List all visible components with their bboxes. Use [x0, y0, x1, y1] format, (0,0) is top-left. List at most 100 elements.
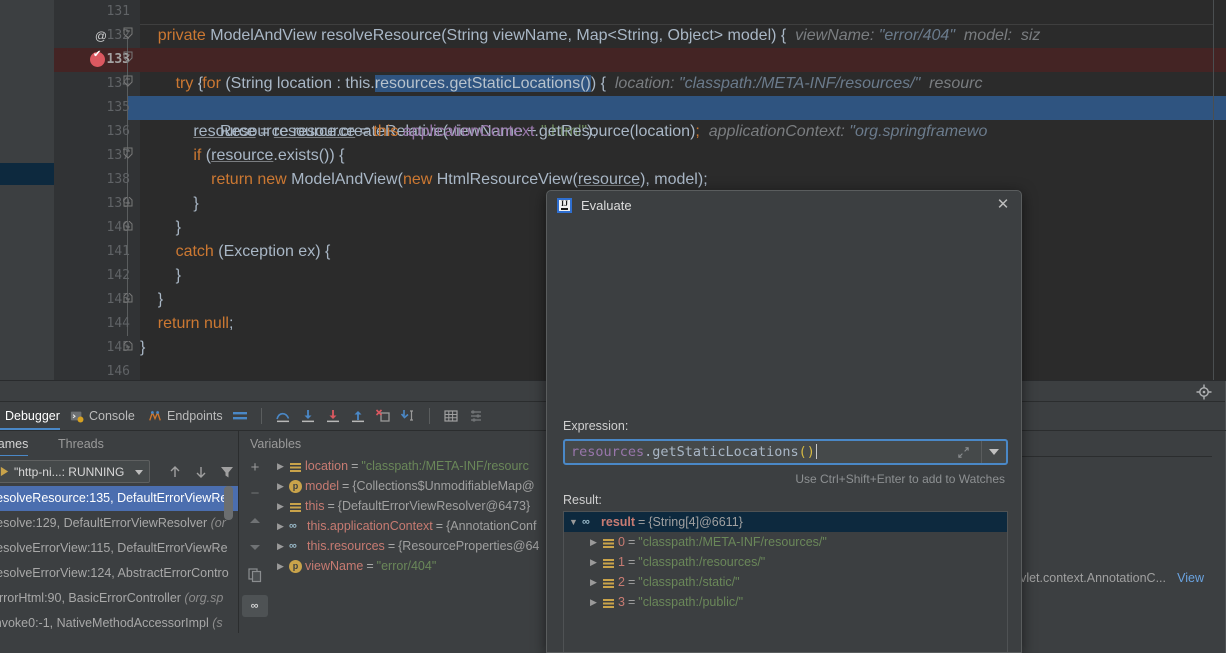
result-item-row[interactable]: ▶ 2 = "classpath:/static/": [564, 572, 1007, 592]
override-marker-icon[interactable]: @: [92, 24, 110, 48]
frame-row[interactable]: errorHtml:90, BasicErrorController (org.…: [0, 586, 238, 611]
fold-marker-133[interactable]: [122, 48, 134, 72]
expr-parens: (): [798, 444, 815, 460]
subtab-variables[interactable]: Variables: [250, 431, 301, 457]
view-link[interactable]: View: [1177, 571, 1204, 585]
evaluate-expression-icon[interactable]: [443, 408, 459, 424]
watches-icon[interactable]: ∞: [246, 598, 262, 614]
thread-bar: "http-ni...: RUNNING: [0, 456, 238, 486]
step-into-icon[interactable]: [300, 408, 316, 424]
variables-list[interactable]: ▶ location = "classpath:/META-INF/resourc…: [271, 456, 547, 633]
l133-selected-expression[interactable]: resources.getStaticLocations(): [374, 75, 591, 92]
frame-package: (org.sp: [184, 591, 224, 605]
frame-row[interactable]: resolveResource:135, DefaultErrorViewRes: [0, 486, 238, 511]
expand-triangle-icon[interactable]: ▶: [275, 476, 286, 496]
fold-marker-145[interactable]: [122, 336, 134, 360]
up-arrow-icon[interactable]: [167, 464, 183, 480]
code-line-132[interactable]: private ModelAndView resolveResource(Str…: [140, 24, 1226, 48]
variable-row[interactable]: ▶ location = "classpath:/META-INF/resourc: [271, 456, 547, 476]
variables-toolbar[interactable]: + − ∞: [239, 456, 271, 633]
history-dropdown-icon[interactable]: [982, 441, 1006, 463]
copy-icon[interactable]: [247, 567, 263, 583]
frame-row[interactable]: invoke0:-1, NativeMethodAccessorImpl (s: [0, 611, 238, 633]
dialog-titlebar[interactable]: IJ Evaluate ✕: [547, 191, 1021, 219]
expand-triangle-icon[interactable]: ▶: [588, 532, 599, 552]
expand-triangle-icon[interactable]: ▶: [275, 496, 286, 516]
down-arrow-icon[interactable]: [193, 464, 209, 480]
frames-pane[interactable]: "http-ni...: RUNNING resolveResource:135…: [0, 456, 238, 633]
expand-triangle-icon[interactable]: ▶: [275, 536, 286, 556]
up-icon[interactable]: [247, 513, 263, 529]
tab-debugger[interactable]: Debugger: [0, 402, 60, 430]
code-line-133[interactable]: for (String location : this.resources.ge…: [140, 48, 1226, 92]
chevron-down-icon[interactable]: [135, 470, 143, 475]
tab-endpoints[interactable]: Endpoints: [148, 402, 223, 430]
expand-triangle-icon[interactable]: ▶: [588, 572, 599, 592]
subtab-frames[interactable]: Frames: [0, 431, 29, 457]
show-execution-point-icon[interactable]: [232, 408, 248, 424]
add-icon[interactable]: +: [247, 460, 263, 476]
code-line-138[interactable]: return new ModelAndView(new HtmlResource…: [140, 168, 1226, 192]
close-icon[interactable]: ✕: [995, 197, 1011, 213]
subtab-threads[interactable]: Threads: [58, 431, 104, 457]
variable-row[interactable]: ▶ p model = {Collections$UnmodifiableMap@: [271, 476, 547, 496]
watch-icon: ∞: [289, 540, 297, 552]
drop-frame-icon[interactable]: [375, 408, 391, 424]
frame-package: (s: [212, 616, 223, 630]
fold-marker-137[interactable]: [122, 144, 134, 168]
frame-row[interactable]: resolve:129, DefaultErrorViewResolver (o…: [0, 511, 238, 536]
locate-icon[interactable]: [1196, 384, 1212, 400]
expand-triangle-icon[interactable]: ▶: [588, 592, 599, 612]
result-item-row[interactable]: ▶ 1 = "classpath:/resources/": [564, 552, 1007, 572]
result-item-row[interactable]: ▶ 0 = "classpath:/META-INF/resources/": [564, 532, 1007, 552]
variable-row[interactable]: ▶ ∞ this.applicationContext = {AnnotationC…: [271, 516, 547, 536]
fold-marker-139[interactable]: [122, 192, 134, 216]
l132-seg-0: [140, 27, 158, 44]
l135-var: resource: [292, 123, 356, 140]
overflow-value-text: rvlet.context.AnnotationC...: [1015, 571, 1166, 585]
l133-keyword: for: [202, 75, 221, 92]
variable-row[interactable]: ▶ this = {DefaultErrorViewResolver@6473}: [271, 496, 547, 516]
expression-input[interactable]: resources.getStaticLocations(): [563, 439, 1008, 465]
breakpoint-icon[interactable]: [90, 49, 105, 67]
code-line-137[interactable]: if (resource.exists()) {: [140, 144, 1226, 168]
expand-triangle-icon[interactable]: ▶: [588, 552, 599, 572]
variable-row[interactable]: ▶ ∞ this.resources = {ResourceProperties@6…: [271, 536, 547, 556]
step-out-icon[interactable]: [350, 408, 366, 424]
fold-marker-132[interactable]: [122, 24, 134, 48]
fold-marker-134[interactable]: [122, 72, 134, 96]
variable-equals: =: [351, 459, 359, 473]
result-item-row[interactable]: ▶ 3 = "classpath:/public/": [564, 592, 1007, 612]
evaluate-dialog[interactable]: IJ Evaluate ✕ Expression: resources.getS…: [546, 190, 1022, 653]
expression-hint: Use Ctrl+Shift+Enter to add to Watches: [795, 472, 1005, 486]
l135-this: this: [373, 123, 399, 140]
result-equals: =: [627, 535, 636, 549]
frames-scrollbar[interactable]: [224, 486, 233, 520]
expand-editor-icon[interactable]: [946, 441, 982, 463]
expand-triangle-icon[interactable]: ▶: [275, 516, 286, 536]
frames-list[interactable]: resolveResource:135, DefaultErrorViewRes…: [0, 486, 238, 633]
step-over-icon[interactable]: [275, 408, 291, 424]
filter-icon[interactable]: [219, 464, 235, 480]
tab-console[interactable]: Console: [70, 402, 135, 430]
frame-row[interactable]: resolveErrorView:115, DefaultErrorViewRe: [0, 536, 238, 561]
l137-seg-3: resource: [211, 147, 274, 164]
settings-icon[interactable]: [468, 408, 484, 424]
expand-triangle-icon[interactable]: ▼: [568, 512, 579, 532]
remove-icon[interactable]: −: [247, 486, 263, 502]
down-icon[interactable]: [247, 539, 263, 555]
force-step-into-icon[interactable]: [325, 408, 341, 424]
fold-marker-140[interactable]: [122, 216, 134, 240]
variable-row[interactable]: ▶ p viewName = "error/404": [271, 556, 547, 576]
run-to-cursor-icon[interactable]: [400, 408, 416, 424]
result-root-row[interactable]: ▼ ∞ result = {String[4]@6611}: [564, 512, 1007, 532]
code-line-135[interactable]: Resource resource = this.applicationCont…: [140, 96, 1226, 140]
expand-triangle-icon[interactable]: ▶: [275, 456, 286, 476]
variable-value: "error/404": [376, 559, 437, 573]
result-tree[interactable]: ▼ ∞ result = {String[4]@6611} ▶ 0 = "clas…: [563, 511, 1008, 652]
frame-row[interactable]: resolveErrorView:124, AbstractErrorContr…: [0, 561, 238, 586]
debugger-toolbar[interactable]: [232, 402, 484, 430]
thread-selector[interactable]: "http-ni...: RUNNING: [0, 460, 150, 483]
expand-triangle-icon[interactable]: ▶: [275, 556, 286, 576]
fold-marker-143[interactable]: [122, 288, 134, 312]
